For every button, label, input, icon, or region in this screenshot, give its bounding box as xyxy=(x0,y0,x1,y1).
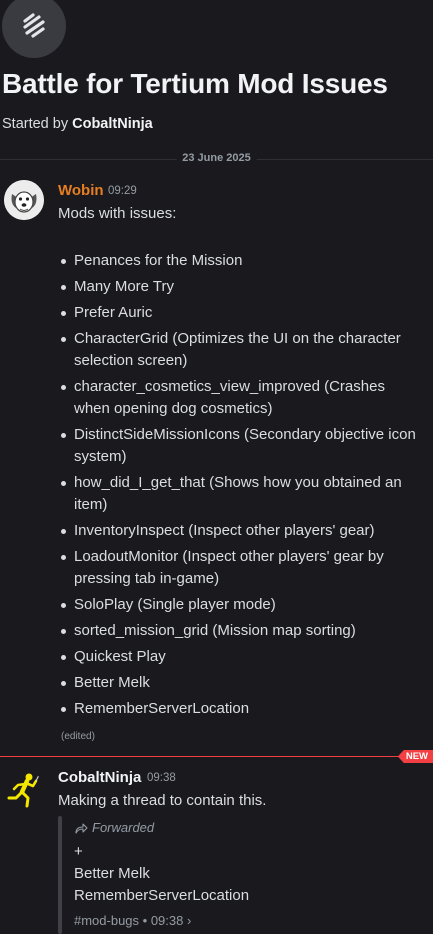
forwarded-label: Forwarded xyxy=(92,820,155,835)
forward-quote-bar xyxy=(58,816,62,934)
message-timestamp: 09:38 xyxy=(147,772,176,784)
list-item: Penances for the Mission xyxy=(61,250,419,272)
list-item: Quickest Play xyxy=(61,646,419,668)
list-item: CharacterGrid (Optimizes the UI on the c… xyxy=(61,328,419,372)
avatar[interactable] xyxy=(4,770,44,810)
list-item: LoadoutMonitor (Inspect other players' g… xyxy=(61,546,419,590)
list-item: DistinctSideMissionIcons (Secondary obje… xyxy=(61,424,419,468)
message-author[interactable]: CobaltNinja xyxy=(58,769,141,786)
running-figure-avatar-icon xyxy=(7,770,42,808)
started-by-user[interactable]: CobaltNinja xyxy=(72,116,153,132)
thread-icon xyxy=(2,0,66,58)
list-item: how_did_I_get_that (Shows how you obtain… xyxy=(61,472,419,516)
forwarded-line: + xyxy=(74,843,83,860)
list-item: Many More Try xyxy=(61,276,419,298)
thread-started-by: Started by CobaltNinja xyxy=(2,116,153,132)
forwarded-source-link[interactable]: #mod-bugs • 09:38 › xyxy=(74,913,191,928)
message-author[interactable]: Wobin xyxy=(58,182,104,199)
edited-marker: (edited) xyxy=(61,731,95,742)
list-item: Prefer Auric xyxy=(61,302,419,324)
dog-avatar-icon xyxy=(4,180,44,220)
message-text: Making a thread to contain this. xyxy=(58,792,267,809)
list-item: InventoryInspect (Inspect other players'… xyxy=(61,520,419,542)
forwarded-header: Forwarded xyxy=(74,820,154,835)
forwarded-line: RememberServerLocation xyxy=(74,887,250,904)
message-timestamp: 09:29 xyxy=(108,185,137,197)
list-item: SoloPlay (Single player mode) xyxy=(61,594,419,616)
new-messages-divider xyxy=(0,756,433,757)
forwarded-line: Better Melk xyxy=(74,865,150,882)
mod-list: Penances for the Mission Many More Try P… xyxy=(61,250,419,724)
started-prefix: Started by xyxy=(2,116,69,132)
date-label: 23 June 2025 xyxy=(176,152,257,164)
list-item: RememberServerLocation xyxy=(61,698,419,720)
message-intro: Mods with issues: xyxy=(58,205,177,222)
forward-arrow-icon xyxy=(75,822,88,834)
avatar[interactable] xyxy=(4,180,44,220)
list-item: sorted_mission_grid (Mission map sorting… xyxy=(61,620,419,642)
thread-title: Battle for Tertium Mod Issues xyxy=(2,68,388,99)
list-item: character_cosmetics_view_improved (Crash… xyxy=(61,376,419,420)
list-item: Better Melk xyxy=(61,672,419,694)
thread-lines-icon xyxy=(23,13,45,38)
new-badge: NEW xyxy=(397,750,433,763)
